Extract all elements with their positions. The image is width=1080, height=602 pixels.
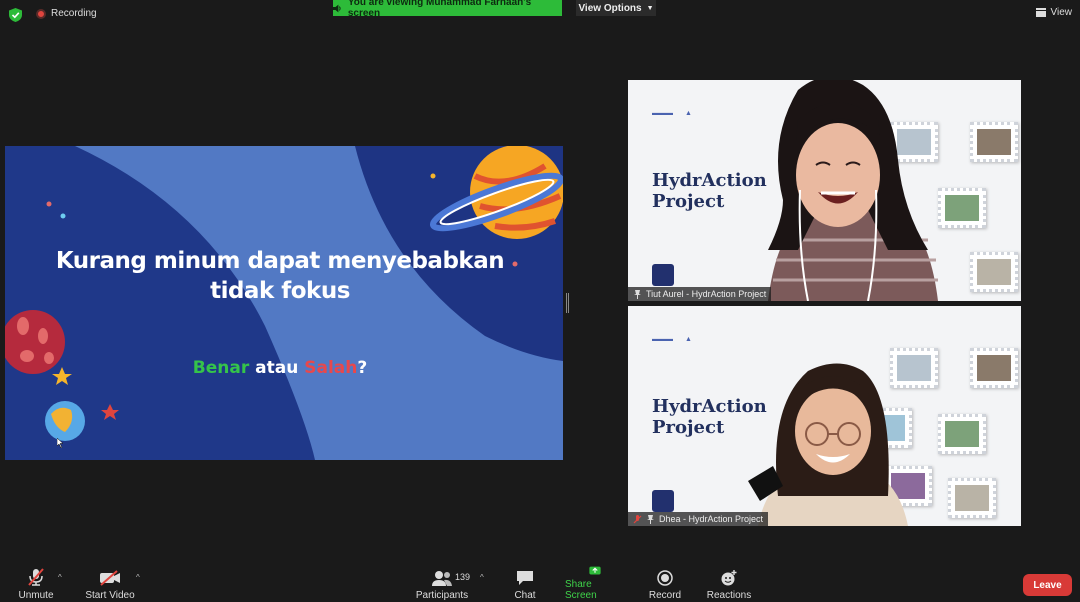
viewing-screen-banner: You are viewing Muhammad Farhaan's scree… bbox=[333, 0, 562, 19]
reactions-label: Reactions bbox=[706, 590, 752, 601]
brand-badge bbox=[652, 490, 674, 512]
share-screen-button[interactable]: Share Screen bbox=[565, 566, 625, 602]
video-off-icon bbox=[100, 570, 120, 586]
leave-button[interactable]: Leave bbox=[1023, 574, 1072, 596]
shield-icon[interactable] bbox=[9, 8, 22, 22]
answer-join: atau bbox=[249, 358, 305, 378]
grid-view-icon bbox=[1035, 8, 1046, 17]
participants-icon bbox=[432, 571, 452, 586]
pin-icon bbox=[647, 514, 654, 524]
participant-video bbox=[768, 80, 938, 301]
answer-false: Salah bbox=[304, 358, 358, 378]
muted-mic-icon bbox=[28, 568, 44, 586]
cursor-icon bbox=[57, 438, 64, 448]
pin-icon bbox=[634, 289, 641, 299]
participants-options-chevron[interactable]: ^ bbox=[480, 573, 484, 582]
brand-logo: ▬▬▬ bbox=[652, 336, 673, 343]
record-icon bbox=[657, 570, 673, 586]
brand-logos: ▬▬▬ ▲ bbox=[652, 110, 692, 117]
shared-screen[interactable]: Kurang minum dapat menyebabkan tidak fok… bbox=[5, 146, 563, 460]
split-resize-handle[interactable] bbox=[566, 293, 569, 313]
participant-nameplate: Dhea - HydrAction Project bbox=[628, 512, 769, 526]
participant-nameplate: Tiut Aurel - HydrAction Project bbox=[628, 287, 772, 301]
view-label: View bbox=[1050, 7, 1073, 18]
viewing-banner-text: You are viewing Muhammad Farhaan's scree… bbox=[347, 0, 532, 19]
start-video-label: Start Video bbox=[85, 590, 135, 601]
muted-mic-icon bbox=[633, 514, 642, 523]
unmute-button[interactable]: Unmute bbox=[12, 566, 60, 602]
chat-button[interactable]: Chat bbox=[507, 566, 543, 602]
view-options-label: View Options bbox=[578, 2, 642, 14]
record-label: Record bbox=[648, 590, 682, 601]
chat-label: Chat bbox=[514, 590, 536, 601]
recording-indicator[interactable]: Recording bbox=[36, 8, 97, 19]
participants-label: Participants bbox=[415, 590, 469, 601]
brand-logo: ▲ bbox=[685, 336, 692, 343]
audio-options-chevron[interactable]: ^ bbox=[58, 573, 62, 582]
answer-true: Benar bbox=[192, 358, 250, 378]
postcard-image bbox=[970, 348, 1018, 388]
view-button[interactable]: View bbox=[1035, 7, 1073, 18]
participant-video-tile[interactable]: ▬▬▬ ▲ HydrAction Project Dhea - HydrActio… bbox=[628, 306, 1021, 526]
unmute-label: Unmute bbox=[18, 590, 54, 601]
participant-video-tile[interactable]: ▬▬▬ ▲ HydrAction Project Tiut Aurel - Hyd… bbox=[628, 80, 1021, 301]
share-screen-icon bbox=[589, 566, 601, 575]
participants-count: 139 bbox=[455, 572, 471, 582]
chevron-down-icon: ▼ bbox=[646, 4, 654, 12]
slide-question: Benar atau Salah? bbox=[45, 358, 515, 378]
reactions-icon bbox=[721, 570, 737, 586]
video-options-chevron[interactable]: ^ bbox=[136, 573, 140, 582]
speaker-icon bbox=[333, 4, 341, 12]
start-video-button[interactable]: Start Video bbox=[84, 566, 136, 602]
chat-icon bbox=[517, 571, 533, 585]
participant-name: Tiut Aurel - HydrAction Project bbox=[646, 289, 767, 299]
slide-title: Kurang minum dapat menyebabkan tidak fok… bbox=[55, 248, 505, 304]
participant-name: Dhea - HydrAction Project bbox=[659, 514, 764, 524]
participant-video bbox=[748, 363, 908, 526]
brand-badge bbox=[652, 264, 674, 286]
postcard-image bbox=[948, 478, 996, 518]
view-options-button[interactable]: View Options ▼ bbox=[576, 0, 656, 16]
record-button[interactable]: Record bbox=[645, 566, 685, 602]
answer-end: ? bbox=[357, 358, 368, 378]
brand-logos: ▬▬▬ ▲ bbox=[652, 336, 692, 343]
share-screen-label: Share Screen bbox=[565, 579, 597, 601]
reactions-button[interactable]: Reactions bbox=[705, 566, 753, 602]
brand-logo: ▬▬▬ bbox=[652, 110, 673, 117]
record-dot-icon bbox=[36, 8, 46, 19]
recording-label: Recording bbox=[51, 8, 97, 19]
